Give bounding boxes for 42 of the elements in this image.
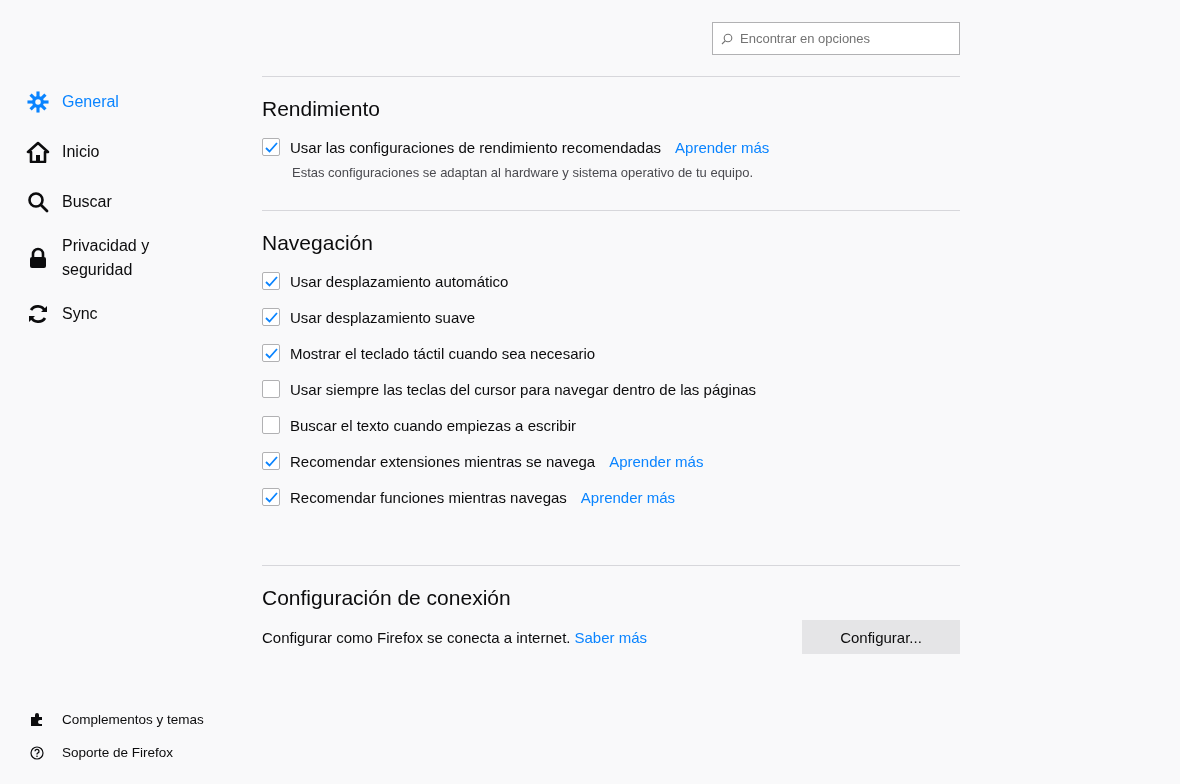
puzzle-piece-icon — [30, 712, 44, 727]
section-title: Configuración de conexión — [262, 586, 512, 610]
checkbox[interactable] — [262, 344, 280, 362]
sidebar-link[interactable]: Complementos y temas — [26, 712, 204, 727]
sync-icon — [27, 303, 49, 325]
learn-more-link[interactable]: Aprender más — [609, 452, 704, 470]
checkbox[interactable] — [262, 452, 280, 470]
option-label: Mostrar el teclado táctil cuando sea necesario — [290, 344, 596, 362]
search-field[interactable]: Encontrar en opciones — [712, 22, 960, 55]
sidebar-item[interactable]: Privacidad y seguridad — [26, 234, 176, 282]
learn-more-link[interactable]: Saber más — [574, 628, 648, 646]
checkbox[interactable] — [262, 416, 280, 434]
learn-more-link[interactable]: Aprender más — [675, 138, 770, 156]
lock-icon — [28, 247, 48, 269]
learn-more-link[interactable]: Aprender más — [580, 488, 676, 506]
sidebar-item[interactable]: General — [26, 84, 176, 120]
checkbox[interactable] — [262, 380, 280, 398]
performance-note: Estas configuraciones se adaptan al hardware y sistema operativo de tu equipo. — [292, 165, 755, 180]
home-icon — [26, 141, 50, 163]
search-icon — [721, 33, 733, 45]
option-label: Usar las configuraciones de rendimiento recomendadas — [290, 138, 662, 156]
option-label: Usar desplazamiento suave — [290, 308, 476, 326]
help-icon — [30, 745, 44, 760]
option-label: Recomendar extensiones mientras se navega — [290, 452, 596, 470]
checkbox[interactable] — [262, 138, 280, 156]
sidebar-item[interactable]: Inicio — [26, 134, 176, 170]
option-label: Recomendar funciones mientras navegas — [290, 488, 567, 506]
option-label: Buscar el texto cuando empiezas a escribir — [290, 416, 576, 434]
section-title: Rendimiento — [262, 97, 381, 121]
section-title: Navegación — [262, 231, 374, 255]
option-label: Usar siempre las teclas del cursor para navegar dentro de las páginas — [290, 380, 757, 398]
option-label: Usar desplazamiento automático — [290, 272, 509, 290]
sidebar-link[interactable]: Soporte de Firefox — [26, 745, 174, 760]
checkbox[interactable] — [262, 308, 280, 326]
search-icon — [27, 191, 49, 213]
settings-icon — [27, 91, 49, 113]
checkbox[interactable] — [262, 272, 280, 290]
sidebar-item[interactable]: Buscar — [26, 184, 176, 220]
checkbox[interactable] — [262, 488, 280, 506]
configure-button[interactable]: Configurar... — [802, 620, 960, 654]
connection-description: Configurar como Firefox se conecta a internet. — [262, 628, 571, 646]
sidebar-item[interactable]: Sync — [26, 296, 176, 332]
